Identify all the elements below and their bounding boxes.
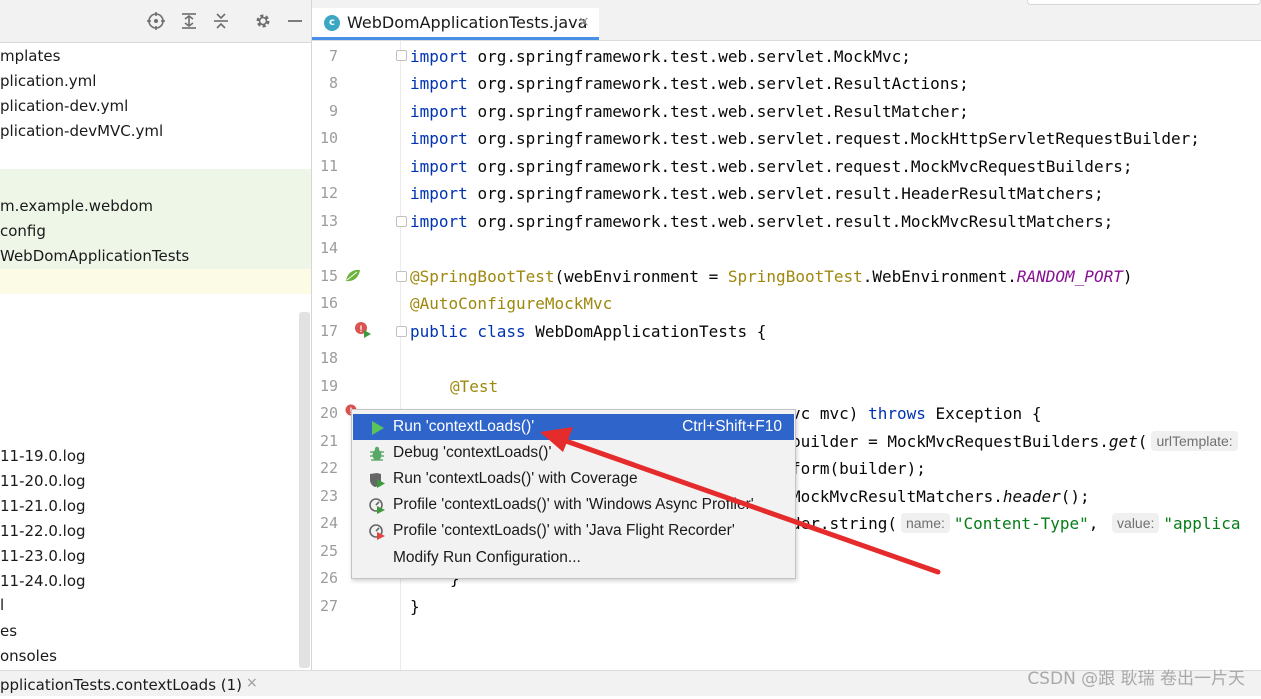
code-line: import org.springframework.test.web.serv…	[410, 157, 1133, 176]
gear-icon[interactable]	[252, 10, 274, 32]
line-number: 13	[319, 212, 338, 230]
tree-item-application-devmvc-yml[interactable]: plication-devMVC.yml	[0, 119, 311, 144]
code-line: form(builder);	[791, 459, 926, 478]
line-number: 7	[328, 47, 338, 65]
code-line: }	[410, 597, 420, 616]
run-icon	[369, 419, 385, 435]
tree-item-scratches[interactable]: es	[0, 619, 311, 644]
coverage-icon	[369, 471, 385, 488]
current-row-highlight	[0, 269, 311, 294]
profiler-icon	[369, 497, 385, 514]
code-line: MockMvcResultMatchers.header();	[791, 487, 1090, 506]
fold-marker-icon[interactable]	[396, 216, 407, 227]
tree-item-external-libraries[interactable]: l	[0, 593, 311, 618]
line-number: 11	[319, 157, 338, 175]
code-line: import org.springframework.test.web.serv…	[410, 47, 911, 66]
line-number: 21	[319, 432, 338, 450]
line-number: 27	[319, 597, 338, 615]
tree-item-log[interactable]: 11-20.0.log	[0, 469, 311, 494]
code-line: vc mvc) throws Exception {	[791, 404, 1042, 423]
menu-item-run[interactable]: Run 'contextLoads()' Ctrl+Shift+F10	[353, 414, 794, 440]
close-icon[interactable]: ×	[246, 675, 258, 691]
code-line: @Test	[450, 377, 499, 396]
tree-item-log[interactable]: 11-22.0.log	[0, 519, 311, 544]
expand-all-icon[interactable]	[178, 10, 200, 32]
tree-item-application-yml[interactable]: plication.yml	[0, 69, 311, 94]
menu-item-profile-jfr[interactable]: Profile 'contextLoads()' with 'Java Flig…	[353, 518, 794, 544]
code-line: import org.springframework.test.web.serv…	[410, 102, 969, 121]
fold-marker-icon[interactable]	[396, 271, 407, 282]
code-line: import org.springframework.test.web.serv…	[410, 74, 969, 93]
minimize-icon[interactable]	[284, 10, 306, 32]
code-line: @AutoConfigureMockMvc	[410, 294, 613, 313]
line-number: 16	[319, 294, 338, 312]
project-scrollbar[interactable]	[299, 312, 310, 668]
code-line: import org.springframework.test.web.serv…	[410, 212, 1114, 231]
close-icon[interactable]: ×	[578, 14, 590, 30]
line-number: 20	[319, 404, 338, 422]
code-line: der.string(name: "Content-Type", value: "a…	[791, 513, 1241, 533]
run-test-class-icon[interactable]: !	[354, 321, 372, 343]
watermark: CSDN @跟 耿瑞 卷出一片天	[1027, 669, 1245, 689]
collapse-all-icon[interactable]	[210, 10, 232, 32]
code-line: import org.springframework.test.web.serv…	[410, 129, 1200, 148]
tree-item-application-dev-yml[interactable]: plication-dev.yml	[0, 94, 311, 119]
flight-recorder-icon	[369, 523, 385, 540]
line-number: 22	[319, 459, 338, 477]
tab-label: WebDomApplicationTests.java	[347, 13, 588, 32]
tree-item-config[interactable]: config	[0, 219, 311, 244]
tree-item-log[interactable]: 11-21.0.log	[0, 494, 311, 519]
menu-item-run-coverage[interactable]: Run 'contextLoads()' with Coverage	[353, 466, 794, 492]
fold-marker-icon[interactable]	[396, 50, 407, 61]
line-number: 8	[328, 74, 338, 92]
java-class-icon: c	[324, 15, 340, 31]
menu-item-debug[interactable]: Debug 'contextLoads()'	[353, 440, 794, 466]
run-tab[interactable]: pplicationTests.contextLoads (1)	[0, 671, 242, 696]
line-number: 14	[319, 239, 338, 257]
tree-item-test-class[interactable]: WebDomApplicationTests	[0, 244, 311, 269]
debug-icon	[369, 445, 385, 461]
code-line: builder = MockMvcRequestBuilders.get(url…	[791, 428, 1242, 455]
param-hint: value:	[1112, 513, 1160, 533]
tree-item-log[interactable]: 11-19.0.log	[0, 444, 311, 469]
code-line: public class WebDomApplicationTests {	[410, 322, 767, 341]
line-number: 18	[319, 349, 338, 367]
line-number: 17	[319, 322, 338, 340]
tree-item-consoles[interactable]: onsoles	[0, 644, 311, 669]
editor-tab-bar: c WebDomApplicationTests.java ×	[312, 0, 1261, 41]
line-number: 19	[319, 377, 338, 395]
fold-marker-icon[interactable]	[396, 326, 407, 337]
line-number: 10	[319, 129, 338, 147]
project-panel: mplates plication.yml plication-dev.yml …	[0, 0, 312, 670]
project-toolbar	[0, 0, 311, 43]
param-hint: name:	[900, 513, 950, 533]
tree-item-package[interactable]: m.example.webdom	[0, 194, 311, 219]
tree-item-templates[interactable]: mplates	[0, 44, 311, 69]
line-number: 15	[319, 267, 338, 285]
line-number: 24	[319, 514, 338, 532]
crosshair-icon[interactable]	[145, 10, 167, 32]
menu-item-profile-async[interactable]: Profile 'contextLoads()' with 'Windows A…	[353, 492, 794, 518]
code-line: import org.springframework.test.web.serv…	[410, 184, 1104, 203]
search-field-edge	[1027, 0, 1261, 5]
tree-item-log[interactable]: 11-24.0.log	[0, 569, 311, 594]
line-number: 26	[319, 569, 338, 587]
line-number: 9	[328, 102, 338, 120]
spring-bean-icon[interactable]	[345, 268, 361, 287]
line-number: 25	[319, 542, 338, 560]
tab-webdomapplicationtests[interactable]: c WebDomApplicationTests.java ×	[312, 8, 599, 40]
run-context-menu: Run 'contextLoads()' Ctrl+Shift+F10 Debu…	[351, 409, 796, 579]
line-number: 23	[319, 487, 338, 505]
param-hint: urlTemplate:	[1151, 431, 1238, 451]
svg-text:!: !	[360, 324, 363, 334]
code-line: @SpringBootTest(webEnvironment = SpringB…	[410, 267, 1133, 286]
line-number: 12	[319, 184, 338, 202]
tree-item-log[interactable]: 11-23.0.log	[0, 544, 311, 569]
menu-item-modify-run-config[interactable]: Modify Run Configuration...	[353, 545, 794, 571]
